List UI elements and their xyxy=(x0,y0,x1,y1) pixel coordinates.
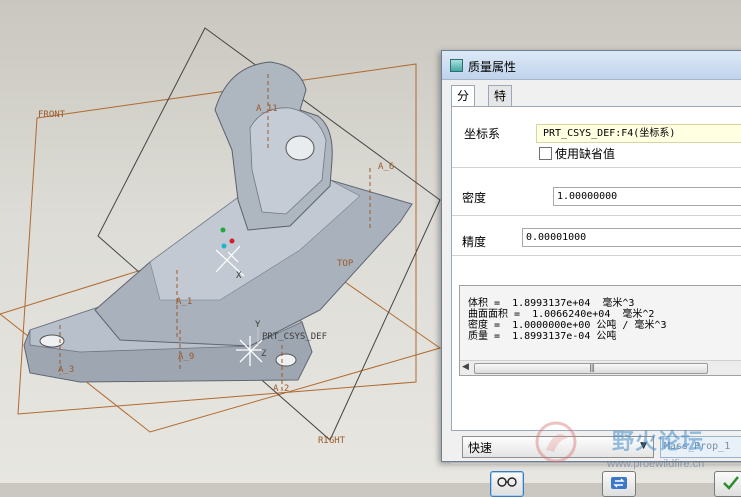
datum-label-right: RIGHT xyxy=(318,436,346,446)
tab-analysis[interactable]: 分析 xyxy=(451,85,476,123)
part-base-hole-right[interactable] xyxy=(275,353,297,367)
csys-axis-y: Y xyxy=(255,320,261,330)
axis-label-a3: A_3 xyxy=(58,365,74,375)
compute-button[interactable] xyxy=(602,471,636,497)
datum-label-front: FRONT xyxy=(38,110,66,120)
watermark-url: www.proewildfire.cn xyxy=(607,458,705,470)
part-lug-hole[interactable] xyxy=(285,135,315,161)
checkmark-icon xyxy=(715,475,741,495)
dialog-title: 质量属性 xyxy=(468,60,517,74)
use-default-checkbox[interactable] xyxy=(539,147,552,160)
density-label: 密度 xyxy=(462,191,487,205)
use-default-label: 使用缺省值 xyxy=(555,147,616,161)
mass-properties-dialog: 质量属性 分析 特征 坐标系 PRT_CSYS_DEF:F4(坐标系) 使用缺省… xyxy=(441,50,741,497)
analysis-mode-value: 快速 xyxy=(468,441,493,455)
datum-label-top: TOP xyxy=(337,259,354,269)
axis-label-a1: A_1 xyxy=(176,297,192,307)
density-input[interactable]: 1.00000000 xyxy=(553,187,741,206)
accuracy-label: 精度 xyxy=(462,235,487,249)
watermark-logo-icon xyxy=(534,420,578,464)
csys-axis-x: X xyxy=(236,271,242,281)
coord-system-label: 坐标系 xyxy=(464,127,501,141)
results-textbox[interactable]: 体积 = 1.8993137e+04 毫米^3 曲面面积 = 1.0066240… xyxy=(459,285,741,376)
scrollbar-thumb[interactable]: ||| xyxy=(474,363,708,374)
axis-label-a9: A_9 xyxy=(178,352,194,362)
tab-feature[interactable]: 特征 xyxy=(488,85,513,123)
result-mass: 质量 = 1.8993137e-04 公吨 xyxy=(468,331,617,342)
glasses-icon xyxy=(491,475,523,493)
coord-system-collector[interactable]: PRT_CSYS_DEF:F4(坐标系) xyxy=(536,124,741,143)
watermark-title: 野火论坛 xyxy=(612,430,705,455)
axis-label-a2: A_2 xyxy=(273,384,289,394)
csys-axis-z: Z xyxy=(261,349,267,359)
divider xyxy=(452,215,741,216)
dialog-app-icon xyxy=(450,59,463,72)
grip-icon: ||| xyxy=(589,363,595,372)
scroll-left-icon[interactable]: ◀ xyxy=(462,362,469,372)
results-horizontal-scrollbar[interactable]: ◀ ||| xyxy=(460,360,741,375)
accuracy-input[interactable]: 0.00001000 xyxy=(522,228,741,247)
axis-label-a11: A_11 xyxy=(256,104,278,114)
ok-button[interactable] xyxy=(714,471,741,497)
analysis-panel: 坐标系 PRT_CSYS_DEF:F4(坐标系) 使用缺省值 密度 1.0000… xyxy=(451,106,741,431)
axis-label-a6: A_6 xyxy=(378,162,394,172)
refresh-icon xyxy=(603,475,635,495)
dialog-titlebar[interactable]: 质量属性 xyxy=(442,51,741,80)
csys-label: PRT_CSYS_DEF xyxy=(262,332,327,342)
divider xyxy=(452,255,741,256)
quick-view-button[interactable] xyxy=(490,471,524,497)
divider xyxy=(452,167,741,168)
